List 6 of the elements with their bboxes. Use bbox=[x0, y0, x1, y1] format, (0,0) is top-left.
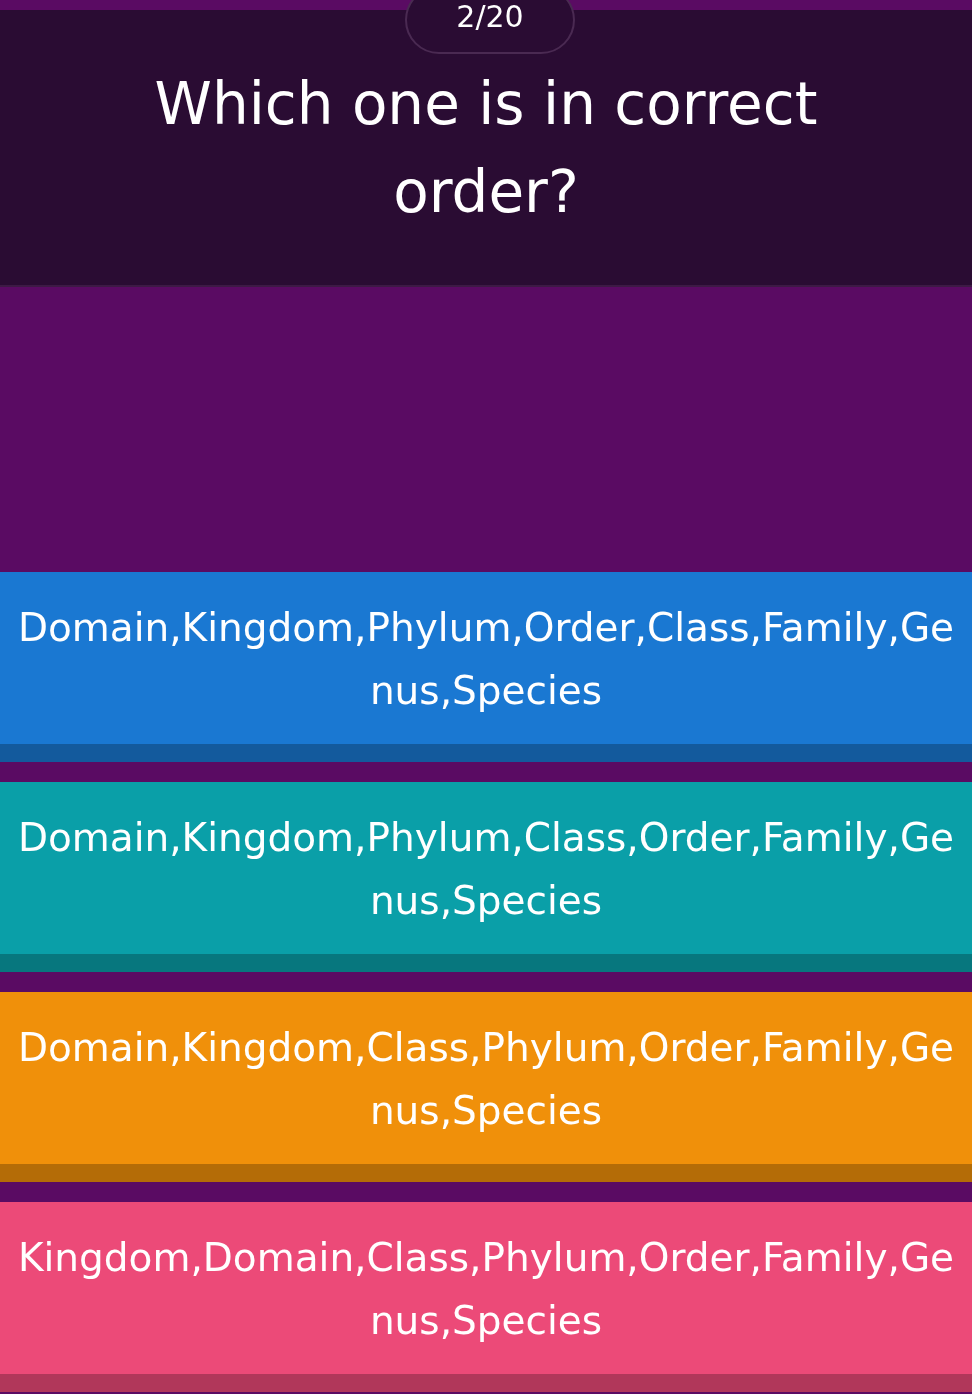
answer-option[interactable]: Kingdom,Domain,Class,Phylum,Order,Family,Genus,Species bbox=[0, 1202, 972, 1392]
answer-option[interactable]: Domain,Kingdom,Phylum,Class,Order,Family,Genus,Species bbox=[0, 782, 972, 972]
answer-option[interactable]: Domain,Kingdom,Phylum,Order,Class,Family,Genus,Species bbox=[0, 572, 972, 762]
question-counter: 2/20 bbox=[405, 0, 575, 54]
question-text: Which one is in correct order? bbox=[153, 68, 819, 228]
answer-option[interactable]: Domain,Kingdom,Class,Phylum,Order,Family,Genus,Species bbox=[0, 992, 972, 1182]
